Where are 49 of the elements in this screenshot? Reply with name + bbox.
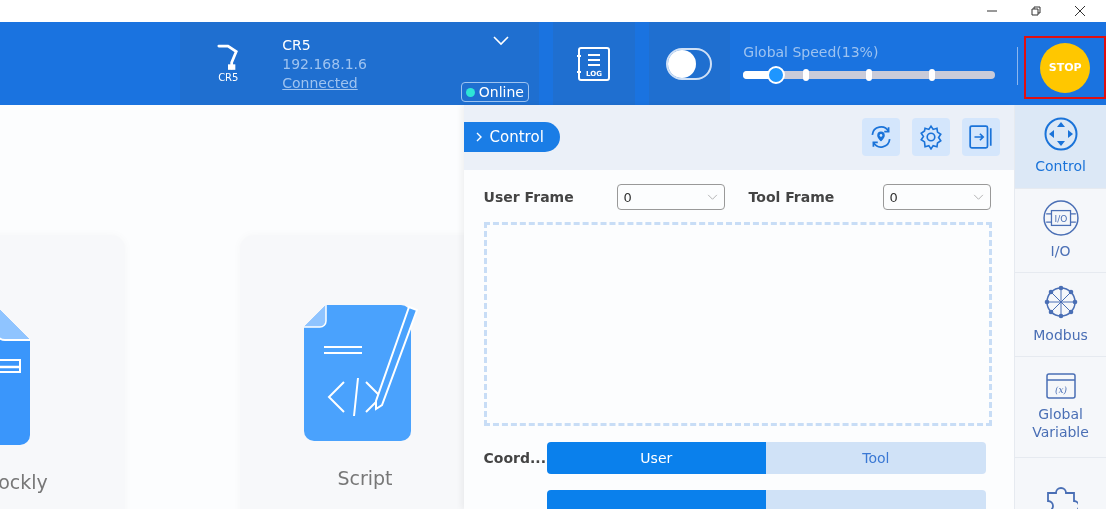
sidebar-label: Modbus bbox=[1033, 326, 1088, 345]
speed-slider-thumb[interactable] bbox=[767, 65, 786, 84]
collapse-panel-button[interactable] bbox=[962, 117, 1001, 156]
robot-arm-icon bbox=[217, 44, 240, 70]
sidebar-item[interactable]: Modbus bbox=[1015, 273, 1106, 357]
restore-icon[interactable] bbox=[1030, 5, 1042, 17]
connection-link[interactable]: Connected bbox=[282, 74, 367, 91]
user-frame-select[interactable]: 0 bbox=[616, 184, 725, 210]
network-hub-icon bbox=[1042, 284, 1079, 321]
variable-window-icon: (x) bbox=[1045, 372, 1076, 399]
chevron-right-icon bbox=[475, 131, 482, 142]
tool-frame-label: Tool Frame bbox=[748, 189, 836, 205]
segment-label: Coord... bbox=[483, 450, 547, 466]
device-panel[interactable]: CR5 CR5 192.168.1.6 Connected Online bbox=[180, 22, 539, 105]
sidebar-label: I/O bbox=[1050, 242, 1071, 261]
tool-frame-select[interactable]: 0 bbox=[882, 184, 991, 210]
global-speed-label: Global Speed(13%) bbox=[743, 43, 880, 60]
device-name: CR5 bbox=[282, 36, 312, 53]
user-frame-label: User Frame bbox=[483, 189, 575, 205]
close-icon[interactable] bbox=[1074, 5, 1086, 17]
slider-tick-mark bbox=[803, 68, 810, 81]
card-label: ockly bbox=[0, 471, 48, 493]
slider-tick-mark bbox=[929, 68, 936, 81]
sidebar-item[interactable]: Control bbox=[1015, 105, 1106, 189]
chevron-down-icon[interactable] bbox=[493, 36, 509, 46]
settings-icon bbox=[918, 123, 945, 150]
device-ip: 192.168.1.6 bbox=[282, 55, 367, 72]
io-module-icon: I/O bbox=[1042, 200, 1079, 237]
segment-option[interactable]: Tool bbox=[766, 442, 986, 474]
sidebar-item[interactable]: (x) Global Variable bbox=[1015, 357, 1106, 458]
enable-switch[interactable] bbox=[666, 47, 713, 80]
sidebar-item[interactable]: I/O I/O bbox=[1015, 189, 1106, 273]
card-background[interactable]: Script bbox=[240, 235, 464, 509]
relocate-button[interactable] bbox=[862, 117, 901, 156]
segment-option[interactable]: User bbox=[546, 442, 767, 474]
settings-button[interactable] bbox=[912, 117, 951, 156]
card-background[interactable]: ockly bbox=[0, 235, 125, 509]
sidebar-label: Global Variable bbox=[1032, 404, 1089, 442]
speed-slider-track[interactable] bbox=[743, 65, 996, 84]
online-status-badge: Online bbox=[460, 82, 529, 102]
exit-arrow-icon bbox=[968, 123, 995, 150]
direction-pad-icon bbox=[1043, 117, 1078, 152]
slider-tick-mark bbox=[866, 68, 873, 81]
robot-model-label: CR5 bbox=[218, 72, 239, 83]
sidebar-label: Control bbox=[1035, 157, 1086, 176]
card-label: Script bbox=[337, 467, 393, 489]
control-tab[interactable]: Control bbox=[463, 121, 560, 152]
chevron-down-icon bbox=[706, 193, 718, 201]
chevron-down-icon bbox=[972, 193, 984, 201]
